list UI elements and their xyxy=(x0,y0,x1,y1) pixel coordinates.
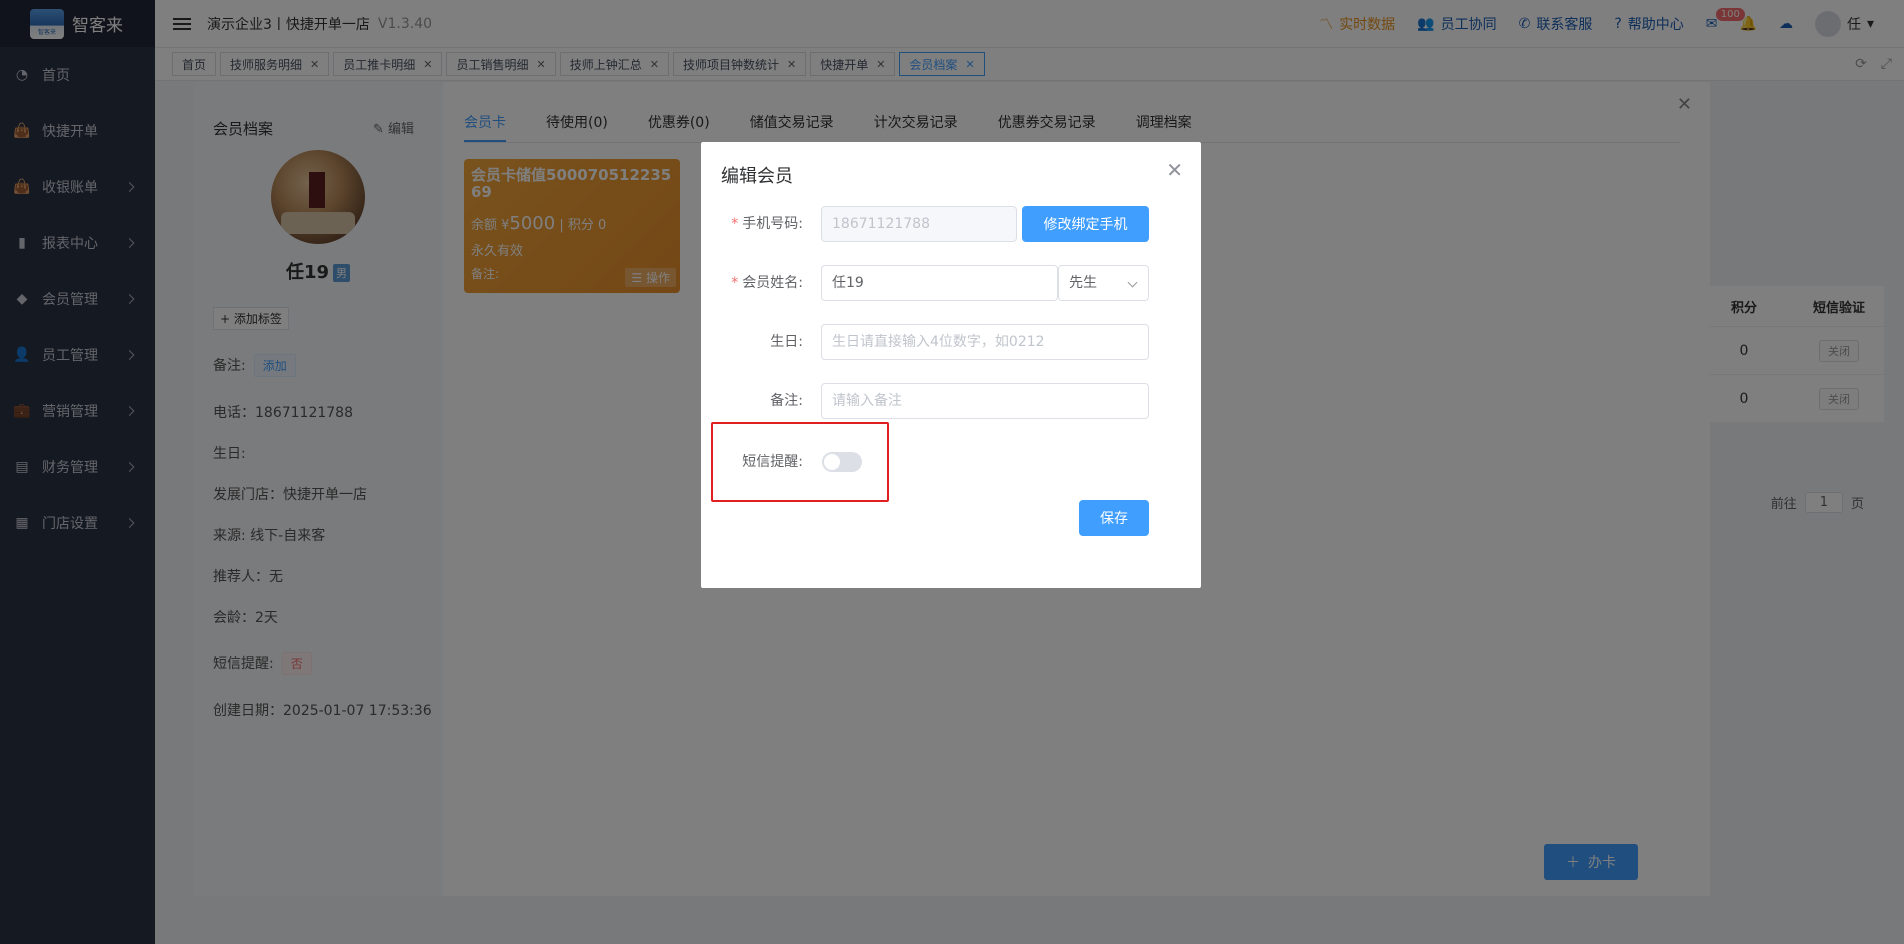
note-field[interactable]: 请输入备注 xyxy=(821,383,1149,419)
note-row: 备注: 请输入备注 xyxy=(701,383,1201,419)
chevron-down-icon xyxy=(1127,277,1138,288)
phone-label: * 手机号码: xyxy=(731,216,803,232)
close-icon[interactable]: ✕ xyxy=(1166,158,1183,182)
phone-field[interactable]: 18671121788 xyxy=(821,206,1017,242)
dialog-title: 编辑会员 xyxy=(721,166,793,187)
sms-label: 短信提醒: xyxy=(742,454,803,470)
birthday-field[interactable]: 生日请直接输入4位数字，如0212 xyxy=(821,324,1149,360)
phone-row: * 手机号码: 18671121788 修改绑定手机 xyxy=(701,206,1201,242)
change-phone-button[interactable]: 修改绑定手机 xyxy=(1022,206,1149,242)
title-select[interactable]: 先生 xyxy=(1058,265,1149,301)
name-field[interactable]: 任19 xyxy=(821,265,1058,301)
sms-row: 短信提醒: xyxy=(701,444,1201,480)
note-placeholder: 请输入备注 xyxy=(832,393,902,409)
birthday-row: 生日: 生日请直接输入4位数字，如0212 xyxy=(701,324,1201,360)
note-label: 备注: xyxy=(770,393,803,409)
sms-toggle[interactable] xyxy=(822,452,862,472)
name-label: * 会员姓名: xyxy=(731,275,803,291)
birthday-label: 生日: xyxy=(770,334,803,350)
name-row: * 会员姓名: 任19 先生 xyxy=(701,265,1201,301)
edit-member-dialog: 编辑会员 ✕ * 手机号码: 18671121788 修改绑定手机 * 会员姓名: … xyxy=(701,142,1201,588)
birthday-placeholder: 生日请直接输入4位数字，如0212 xyxy=(832,334,1045,350)
title-select-value: 先生 xyxy=(1069,275,1097,291)
save-button[interactable]: 保存 xyxy=(1079,500,1149,536)
